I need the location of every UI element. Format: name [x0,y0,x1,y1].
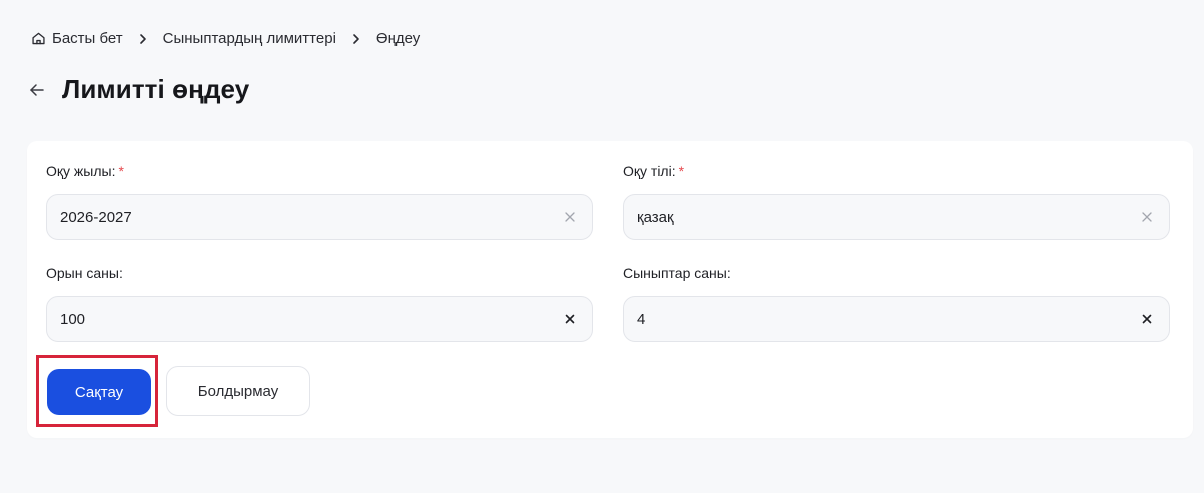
required-marker: * [678,163,685,179]
edit-limit-form: Оқу жылы: * 2026-2027 Оқу тілі: * қазақ Ор… [27,141,1193,438]
classes-value: 4 [637,310,646,328]
close-icon[interactable] [1139,311,1155,327]
page-title: Лимитті өңдеу [62,74,250,104]
classes-label: Сыныптар саны: [623,265,731,281]
language-field: Оқу тілі: * қазақ [623,162,1170,240]
breadcrumb-current: Өңдеу [375,30,421,47]
year-field: Оқу жылы: * 2026-2027 [46,162,593,240]
breadcrumb-limits-link[interactable]: Сыныптардың лимиттері [163,30,336,47]
chevron-right-icon [348,31,364,47]
language-label: Оқу тілі: * [623,163,685,179]
breadcrumb-home-link[interactable]: Басты бет [52,30,123,47]
year-select[interactable]: 2026-2027 [46,194,593,240]
breadcrumb: Басты бет Сыныптардың лимиттері Өңдеу [30,30,420,47]
home-icon[interactable] [30,31,46,47]
close-icon[interactable] [562,209,578,225]
cancel-button[interactable]: Болдырмау [166,366,310,416]
seats-field: Орын саны: 100 [46,264,593,342]
seats-value: 100 [60,310,86,328]
classes-field: Сыныптар саны: 4 [623,264,1170,342]
required-marker: * [118,163,124,179]
seats-input[interactable]: 100 [46,296,593,342]
arrow-left-icon[interactable] [26,79,48,101]
page-header: Лимитті өңдеу [26,74,249,105]
language-select[interactable]: қазақ [623,194,1170,240]
year-value: 2026-2027 [60,208,132,226]
language-value: қазақ [637,208,674,226]
save-button[interactable]: Сақтау [47,369,151,415]
chevron-right-icon [135,31,151,47]
year-label: Оқу жылы: * [46,163,124,179]
close-icon[interactable] [1139,209,1155,225]
classes-input[interactable]: 4 [623,296,1170,342]
seats-label: Орын саны: [46,265,123,281]
close-icon[interactable] [562,311,578,327]
